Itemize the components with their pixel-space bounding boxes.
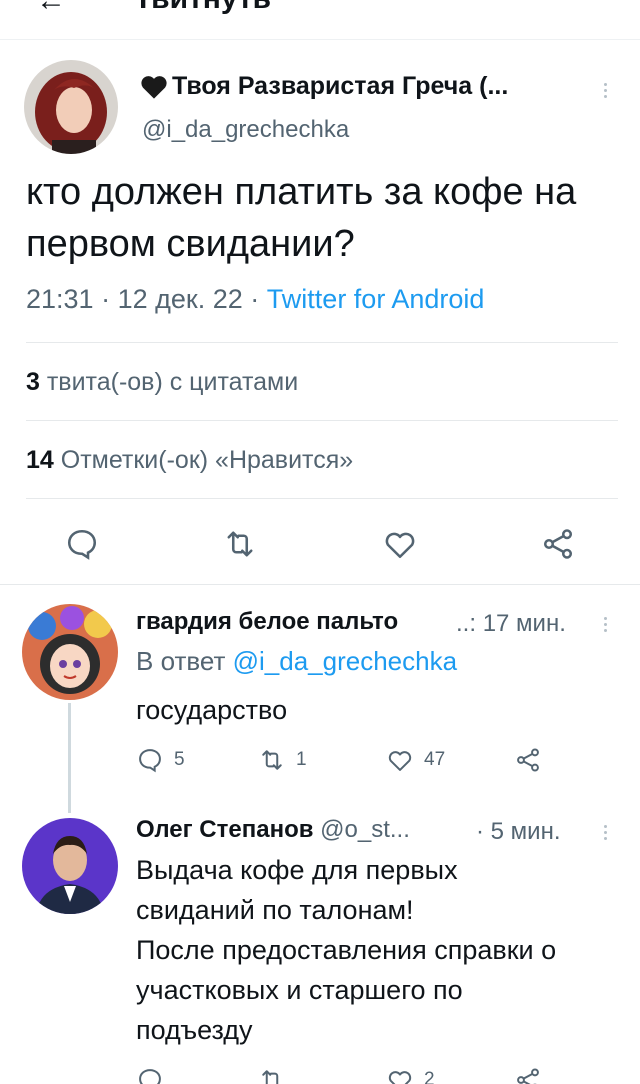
divider [26, 498, 618, 499]
thread-connector [68, 703, 71, 813]
share-icon [517, 748, 539, 772]
reply-time: ..: 17 мин. [456, 610, 566, 638]
like-count: 47 [424, 749, 446, 770]
reply-icon [139, 1069, 161, 1084]
like-heart-icon [388, 1071, 412, 1084]
like-count: 2 [424, 1069, 435, 1084]
reply-button[interactable] [136, 1066, 174, 1084]
quote-count: 3 [26, 368, 40, 396]
reply-timestamp: · 5 мин. [476, 818, 561, 845]
page-title: Твитнуть [134, 0, 271, 16]
reply-timestamp: 17 мин. [482, 610, 566, 637]
black-heart-icon [140, 74, 168, 100]
divider [26, 420, 618, 421]
author-name[interactable]: Твоя Разваристая Греча (... [140, 72, 508, 101]
divider [26, 342, 618, 343]
mention-link[interactable]: @i_da_grechechka [233, 646, 457, 676]
meta-separator: · [250, 284, 260, 314]
retweet-button[interactable] [258, 1066, 296, 1084]
quote-tweets-stat[interactable]: 3 твита(-ов) с цитатами [26, 368, 298, 397]
share-icon [517, 1068, 539, 1084]
share-icon[interactable] [540, 526, 576, 562]
divider [0, 584, 640, 585]
reply-icon[interactable] [64, 526, 100, 562]
reply-text-line: свиданий по талонам! [136, 895, 414, 925]
author-display-name: Твоя Разваристая Греча (... [172, 72, 509, 100]
quote-label: твита(-ов) с цитатами [46, 368, 299, 396]
reply-icon [139, 749, 161, 773]
reply-text-line: После предоставления справки о [136, 935, 557, 965]
meta-separator: · [101, 284, 111, 314]
tweet-text: кто должен платить за кофе на первом сви… [26, 171, 577, 265]
back-arrow-icon[interactable]: ← [36, 0, 66, 18]
top-bar: ← Твитнуть [0, 0, 640, 40]
likes-stat[interactable]: 14 Отметки(-ок) «Нравится» [26, 446, 353, 475]
reply-text-line: подъезду [136, 1015, 253, 1045]
tweet-source-link[interactable]: Twitter for Android [267, 284, 485, 314]
retweet-icon[interactable] [222, 526, 258, 562]
reply-author-avatar[interactable] [22, 604, 118, 700]
retweet-icon [262, 1070, 279, 1084]
like-button[interactable]: 47 [386, 746, 445, 774]
tweet-meta: 21:31 · 12 дек. 22 · Twitter for Android [26, 284, 484, 315]
reply-text-line: Выдача кофе для первых [136, 855, 458, 885]
reply-author[interactable]: Олег Степанов @o_st... [136, 816, 410, 844]
author-avatar[interactable] [24, 60, 118, 154]
author-handle[interactable]: @i_da_grechechka [142, 116, 349, 144]
reply-text: государство [136, 695, 288, 725]
share-button[interactable] [514, 1066, 552, 1084]
reply-count: 5 [174, 749, 185, 770]
more-options-icon[interactable] [602, 80, 608, 98]
reply-author-avatar[interactable] [22, 818, 118, 914]
replying-to: В ответ @i_da_grechechka [136, 646, 457, 677]
retweet-count: 1 [296, 749, 307, 770]
share-button[interactable] [514, 746, 552, 774]
like-button[interactable]: 2 [386, 1066, 435, 1084]
reply-button[interactable]: 5 [136, 746, 185, 774]
reply-handle: @o_st... [320, 816, 410, 843]
retweet-button[interactable]: 1 [258, 746, 307, 774]
retweet-icon [262, 750, 282, 770]
name-truncation: ..: [456, 610, 477, 637]
tweet-date: 12 дек. 22 [117, 284, 243, 314]
like-heart-icon[interactable] [382, 526, 418, 562]
more-options-icon[interactable] [602, 614, 608, 632]
likes-label: Отметки(-ок) «Нравится» [60, 446, 354, 474]
reply-text: Выдача кофе для первых свиданий по талон… [136, 850, 626, 1050]
more-options-icon[interactable] [602, 822, 608, 840]
reply-display-name: Олег Степанов [136, 816, 314, 843]
likes-count: 14 [26, 446, 54, 474]
reply-prefix: В ответ [136, 646, 226, 676]
tweet-time: 21:31 [26, 284, 94, 314]
reply-display-name[interactable]: гвардия белое пальто [136, 608, 398, 636]
reply-text-line: участковых и старшего по [136, 975, 463, 1005]
like-heart-icon [388, 751, 412, 771]
